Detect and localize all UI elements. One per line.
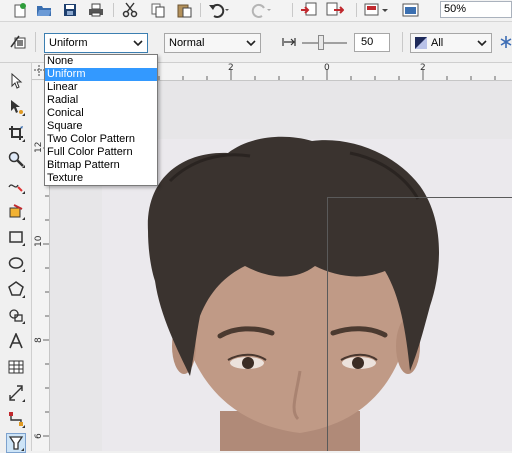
transparency-value: 50 <box>361 36 374 48</box>
freehand-tool-icon[interactable] <box>6 175 26 195</box>
option-full-color-pattern[interactable]: Full Color Pattern <box>45 146 157 159</box>
fill-type-dropdown-list: None Uniform Linear Radial Conical Squar… <box>44 54 158 186</box>
option-texture[interactable]: Texture <box>45 172 157 185</box>
dimension-tool-icon[interactable] <box>6 383 26 403</box>
chevron-down-icon <box>246 40 256 47</box>
page-border-top <box>328 197 512 198</box>
connector-tool-icon[interactable] <box>6 409 26 429</box>
full-screen-icon[interactable] <box>402 2 420 18</box>
option-conical[interactable]: Conical <box>45 107 157 120</box>
ruler-label: 0 <box>324 63 330 73</box>
fill-type-value: Uniform <box>49 37 88 49</box>
transparency-slider-track[interactable] <box>302 42 347 44</box>
standard-toolbar: 50% <box>0 0 512 22</box>
print-icon[interactable] <box>88 2 104 18</box>
shape-tool-icon[interactable] <box>6 97 26 117</box>
open-icon[interactable] <box>36 2 52 18</box>
undo-icon[interactable] <box>208 2 230 18</box>
ruler-label: 10 <box>34 235 44 247</box>
target-all-icon <box>415 37 427 49</box>
option-none[interactable]: None <box>45 55 157 68</box>
ruler-label: 2 <box>228 63 234 73</box>
fill-type-combo[interactable]: Uniform <box>44 33 148 53</box>
toolbox <box>0 63 32 453</box>
option-uniform[interactable]: Uniform <box>45 68 157 81</box>
polygon-tool-icon[interactable] <box>6 279 26 299</box>
transparency-tool-icon[interactable] <box>6 433 26 453</box>
target-value: All <box>431 37 444 49</box>
redo-icon[interactable] <box>250 2 272 18</box>
freeze-icon[interactable] <box>500 34 512 50</box>
ruler-label: 12 <box>34 141 44 153</box>
merge-mode-value: Normal <box>169 37 205 49</box>
option-linear[interactable]: Linear <box>45 81 157 94</box>
export-icon[interactable] <box>326 2 344 18</box>
ruler-label: 6 <box>34 433 44 439</box>
edit-transparency-icon[interactable] <box>9 33 27 51</box>
option-radial[interactable]: Radial <box>45 94 157 107</box>
text-tool-icon[interactable] <box>6 331 26 351</box>
ruler-label: 8 <box>34 337 44 343</box>
paste-icon[interactable] <box>176 2 192 18</box>
merge-mode-combo[interactable]: Normal <box>164 33 261 53</box>
option-two-color-pattern[interactable]: Two Color Pattern <box>45 133 157 146</box>
basic-shapes-icon[interactable] <box>6 305 26 325</box>
zoom-level-value: 50% <box>444 3 467 15</box>
page-border-left <box>327 197 328 451</box>
chevron-down-icon <box>477 40 487 47</box>
transparency-slider-thumb[interactable] <box>318 35 324 50</box>
transparency-value-field[interactable]: 50 <box>354 33 390 52</box>
ellipse-tool-icon[interactable] <box>6 253 26 273</box>
transparency-range-icon <box>282 35 296 49</box>
new-document-icon[interactable] <box>12 2 28 18</box>
ruler-label: 2 <box>420 63 426 73</box>
option-bitmap-pattern[interactable]: Bitmap Pattern <box>45 159 157 172</box>
option-square[interactable]: Square <box>45 120 157 133</box>
zoom-tool-icon[interactable] <box>6 149 26 169</box>
save-icon[interactable] <box>62 2 78 18</box>
transparency-target-combo[interactable]: All <box>410 33 492 53</box>
pick-tool-icon[interactable] <box>6 71 26 91</box>
launcher-icon[interactable] <box>363 2 389 18</box>
rectangle-tool-icon[interactable] <box>6 227 26 247</box>
import-icon[interactable] <box>300 2 318 18</box>
copy-icon[interactable] <box>150 2 166 18</box>
table-tool-icon[interactable] <box>6 357 26 377</box>
zoom-level-combo[interactable]: 50% <box>440 1 512 18</box>
crop-tool-icon[interactable] <box>6 123 26 143</box>
chevron-down-icon <box>133 40 143 47</box>
cut-icon[interactable] <box>122 2 138 18</box>
smart-fill-icon[interactable] <box>6 201 26 221</box>
